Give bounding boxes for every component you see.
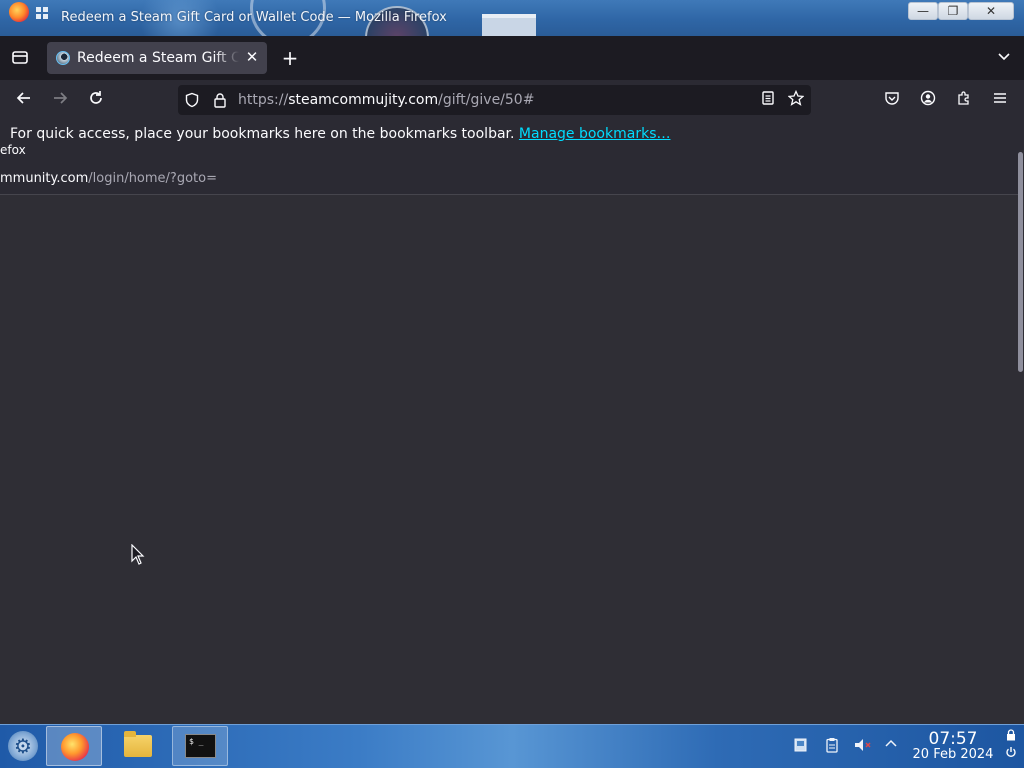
firefox-view-icon[interactable]: [10, 48, 30, 68]
pocket-icon[interactable]: [882, 90, 902, 110]
folder-icon: [124, 731, 152, 757]
url-host: steamcommujity.com: [288, 92, 439, 108]
terminal-icon: $ _: [185, 734, 216, 758]
extensions-icon[interactable]: [954, 90, 974, 110]
window-titlebar: Redeem a Steam Gift Card or Wallet Code …: [0, 0, 1024, 36]
url-text[interactable]: https://steamcommujity.com/gift/give/50#: [238, 92, 534, 108]
account-icon[interactable]: [918, 90, 938, 110]
url-scheme: https://: [238, 92, 289, 108]
minimize-button[interactable]: —: [908, 2, 938, 20]
chevron-down-icon[interactable]: [994, 48, 1014, 68]
firefox-icon: [61, 733, 89, 761]
manage-bookmarks-link[interactable]: Manage bookmarks…: [519, 126, 671, 142]
new-tab-button[interactable]: +: [279, 47, 301, 69]
app-grid-icon[interactable]: [36, 7, 48, 19]
shield-icon[interactable]: [184, 92, 200, 108]
lock-screen-icon[interactable]: [1005, 729, 1017, 743]
chevron-up-icon[interactable]: [882, 737, 900, 755]
tab-redeem-steam[interactable]: Redeem a Steam Gift Card or Wallet Code …: [47, 42, 267, 74]
close-window-button[interactable]: ✕: [968, 2, 1014, 20]
reader-view-icon[interactable]: [758, 90, 778, 110]
popup-url-fragment: mmunity.com/login/home/?goto=: [0, 171, 217, 186]
bookmarks-hint: For quick access, place your bookmarks h…: [10, 126, 515, 142]
url-path: /gift/give/50#: [438, 92, 535, 108]
network-icon[interactable]: [792, 737, 810, 755]
start-menu-gear-icon[interactable]: ⚙: [8, 731, 38, 761]
power-icon[interactable]: [1005, 746, 1017, 760]
bookmarks-message: For quick access, place your bookmarks h…: [10, 126, 670, 142]
forward-button[interactable]: [48, 89, 72, 111]
clock-time[interactable]: 07:57: [910, 729, 996, 749]
tab-title: Redeem a Steam Gift Card or Wallet Code: [77, 50, 239, 66]
popup-url-path: /login/home/?goto=: [88, 171, 217, 186]
close-icon: ✕: [985, 4, 997, 18]
lock-icon[interactable]: [212, 92, 228, 108]
maximize-button[interactable]: ❐: [938, 2, 968, 20]
reload-button[interactable]: [84, 89, 108, 111]
mouse-cursor-icon: [131, 543, 145, 570]
page-content: [0, 150, 1024, 724]
wallpaper-window: [482, 14, 536, 36]
scrollbar[interactable]: [1018, 152, 1023, 372]
clipboard-icon[interactable]: [823, 737, 841, 755]
menu-icon[interactable]: [990, 90, 1010, 110]
back-button[interactable]: [12, 89, 36, 111]
minimize-icon: —: [917, 4, 929, 18]
clock-date[interactable]: 20 Feb 2024: [906, 747, 1000, 762]
close-tab-icon[interactable]: ✕: [244, 49, 260, 65]
bookmark-star-icon[interactable]: [786, 89, 806, 110]
steam-icon: [56, 51, 70, 65]
window-title: Redeem a Steam Gift Card or Wallet Code …: [61, 10, 447, 25]
firefox-icon[interactable]: [9, 2, 29, 22]
popup-url-host: mmunity.com: [0, 171, 89, 186]
maximize-icon: ❐: [947, 4, 959, 18]
popup-title-fragment: efox: [0, 143, 26, 157]
volume-muted-icon[interactable]: [853, 737, 871, 755]
